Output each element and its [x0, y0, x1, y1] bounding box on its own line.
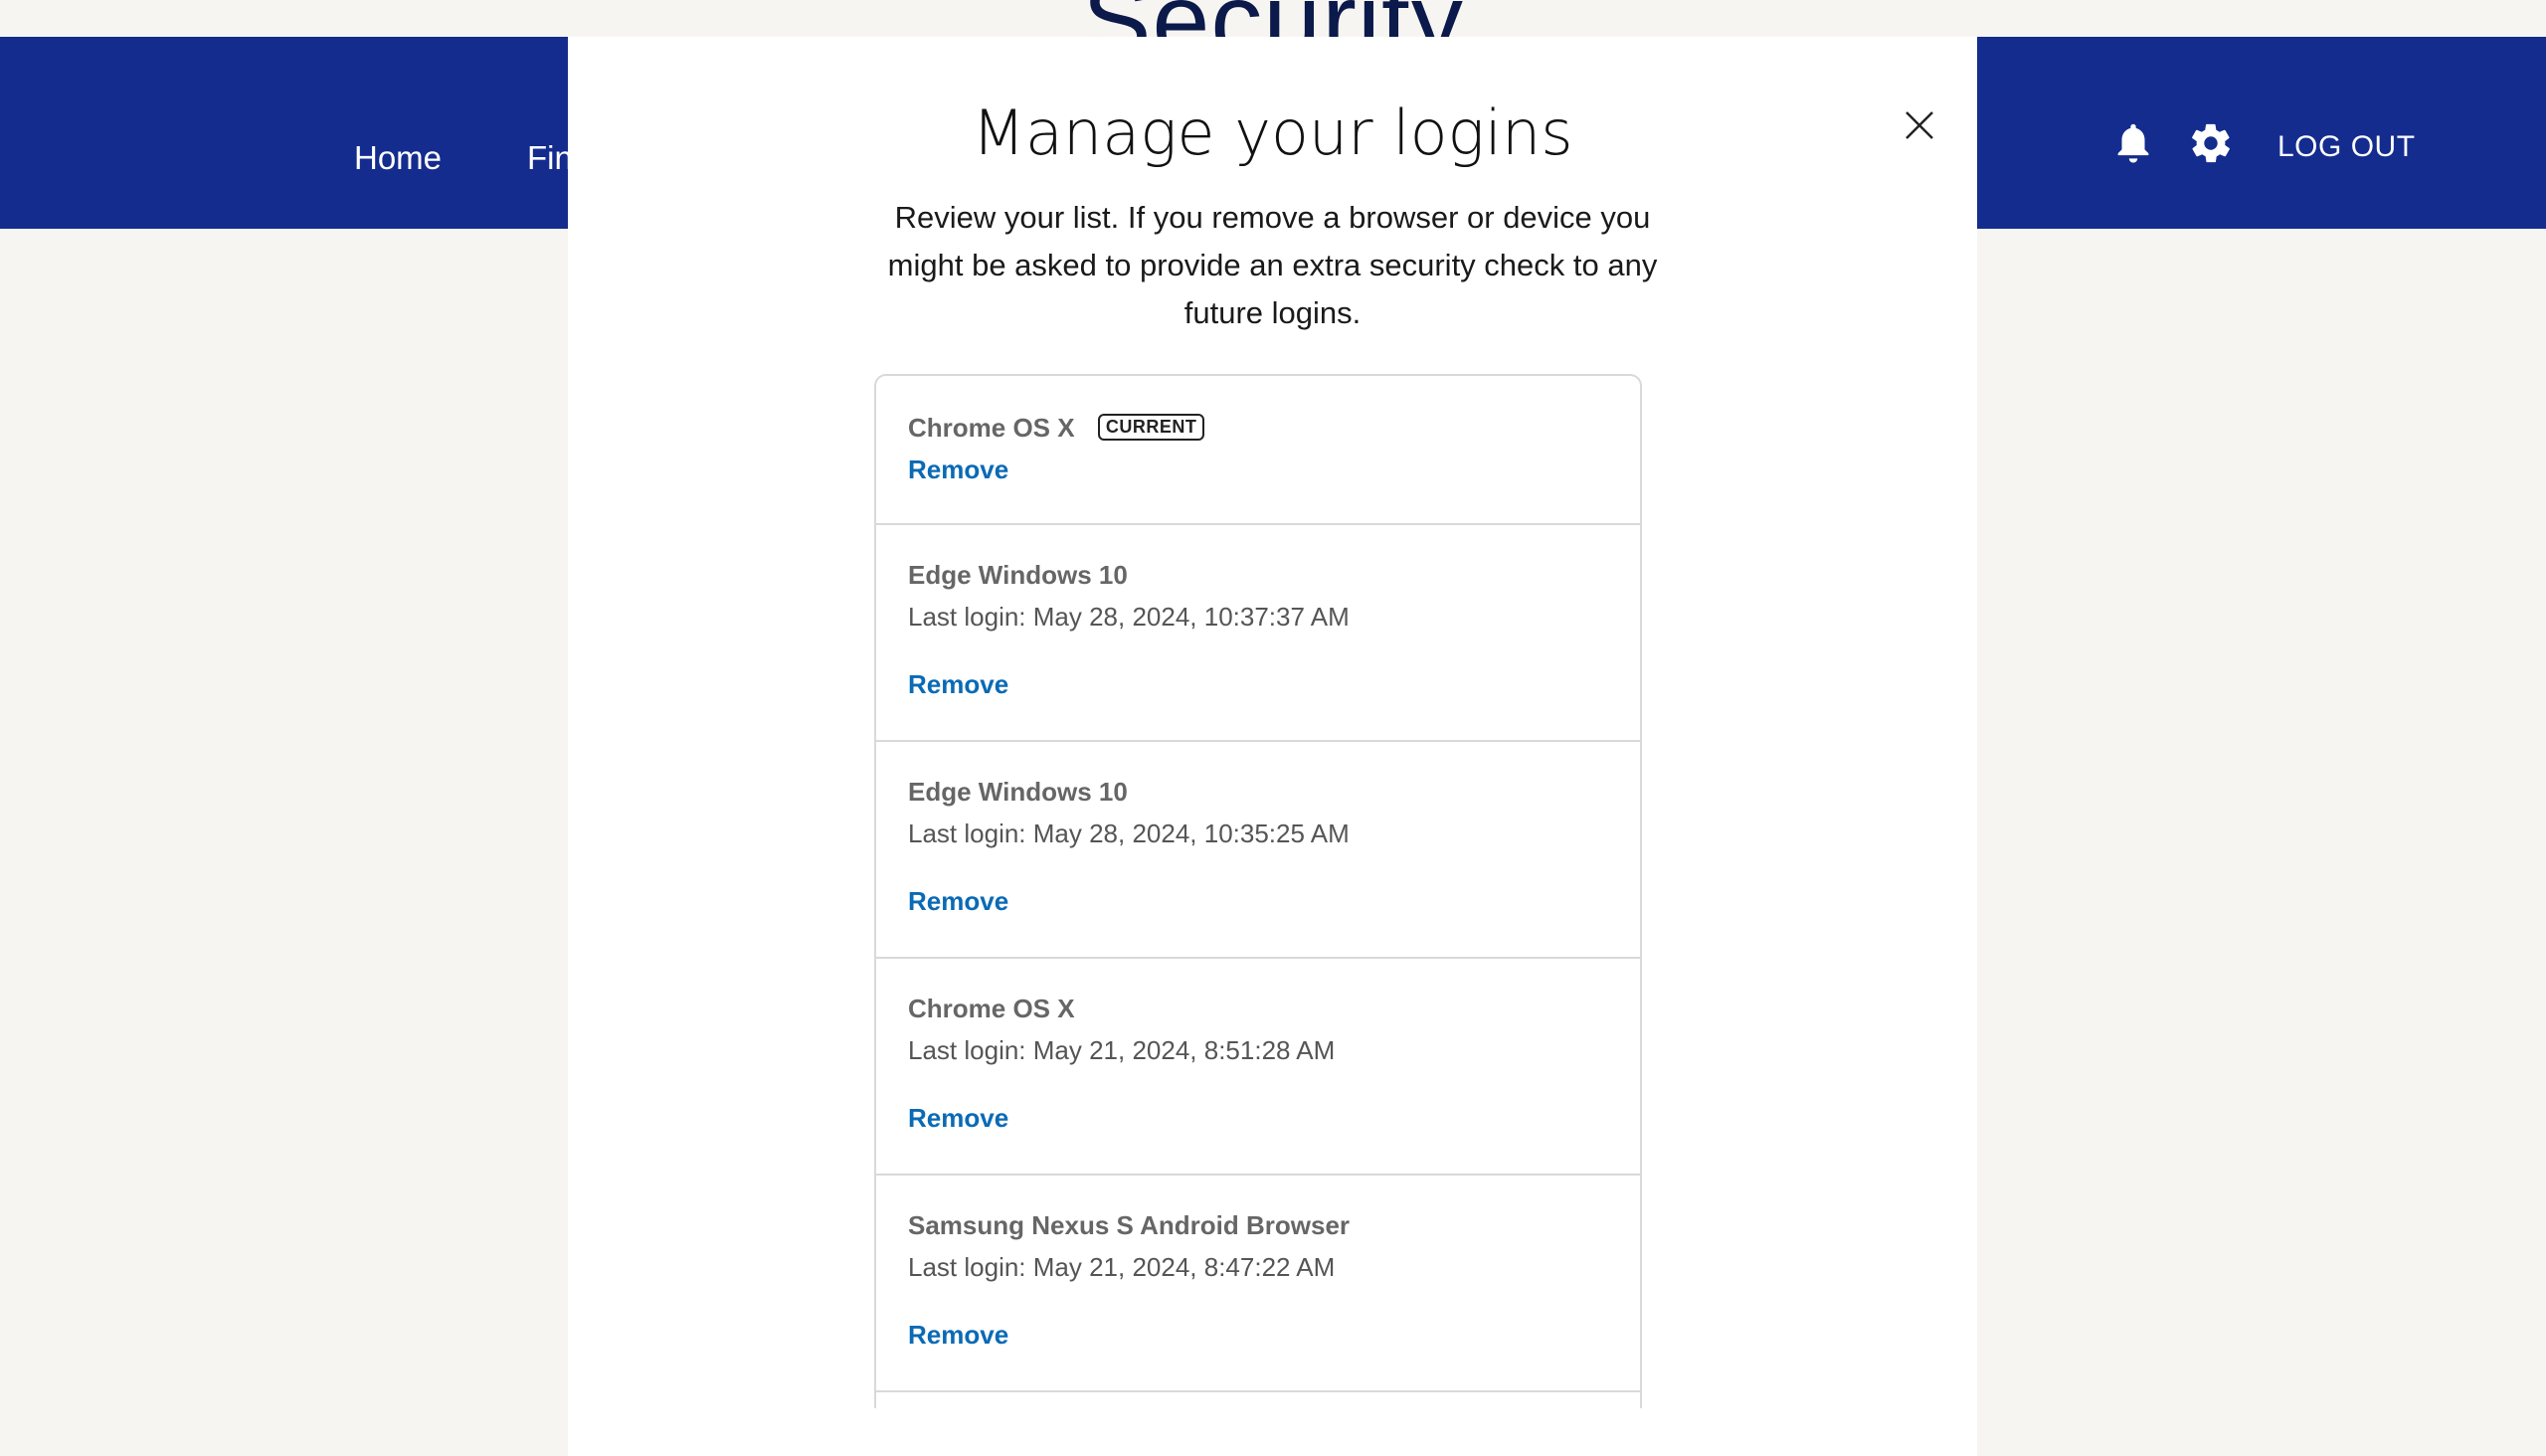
device-name-text: Chrome OS X: [908, 413, 1075, 443]
device-name: Samsung Nexus S Android Browser: [908, 1210, 1351, 1240]
gear-icon[interactable]: [2188, 120, 2234, 166]
login-item: Edge Windows 10 Last login: May 28, 2024…: [876, 742, 1640, 959]
remove-link[interactable]: Remove: [908, 1103, 1008, 1134]
login-item: Chrome OS X CURRENT Remove: [876, 376, 1640, 525]
login-item: Chrome OS X Last login: May 21, 2024, 8:…: [876, 959, 1640, 1176]
manage-logins-modal: Manage your logins Review your list. If …: [568, 37, 1977, 1456]
remove-link[interactable]: Remove: [908, 669, 1008, 700]
device-name: Chrome OS X: [908, 994, 1075, 1023]
device-name: Chrome OS X CURRENT: [908, 413, 1205, 444]
device-name: Edge Windows 10: [908, 560, 1128, 590]
current-badge: CURRENT: [1097, 414, 1205, 441]
logout-button[interactable]: LOG OUT: [2277, 130, 2416, 164]
last-login-text: Last login: May 21, 2024, 8:51:28 AM: [908, 1035, 1336, 1065]
device-name: Edge Windows 10: [908, 777, 1128, 807]
remove-link[interactable]: Remove: [908, 1320, 1008, 1351]
last-login-text: Last login: May 28, 2024, 10:35:25 AM: [908, 819, 1350, 848]
modal-description: Review your list. If you remove a browse…: [887, 200, 1658, 330]
modal-title: Manage your logins: [972, 96, 1573, 169]
login-list: Chrome OS X CURRENT Remove Edge Windows …: [874, 374, 1642, 1408]
nav-home-link[interactable]: Home: [354, 139, 442, 177]
bell-icon[interactable]: [2110, 120, 2156, 166]
last-login-text: Last login: May 28, 2024, 10:37:37 AM: [908, 602, 1350, 632]
remove-link[interactable]: Remove: [908, 455, 1008, 485]
nav-finances-link[interactable]: Fin: [527, 139, 573, 177]
login-item: Samsung Nexus S Android Browser Last log…: [876, 1176, 1640, 1392]
last-login-text: Last login: May 21, 2024, 8:47:22 AM: [908, 1252, 1336, 1282]
login-item: Edge Windows 10 Last login: May 28, 2024…: [876, 525, 1640, 742]
remove-link[interactable]: Remove: [908, 886, 1008, 917]
